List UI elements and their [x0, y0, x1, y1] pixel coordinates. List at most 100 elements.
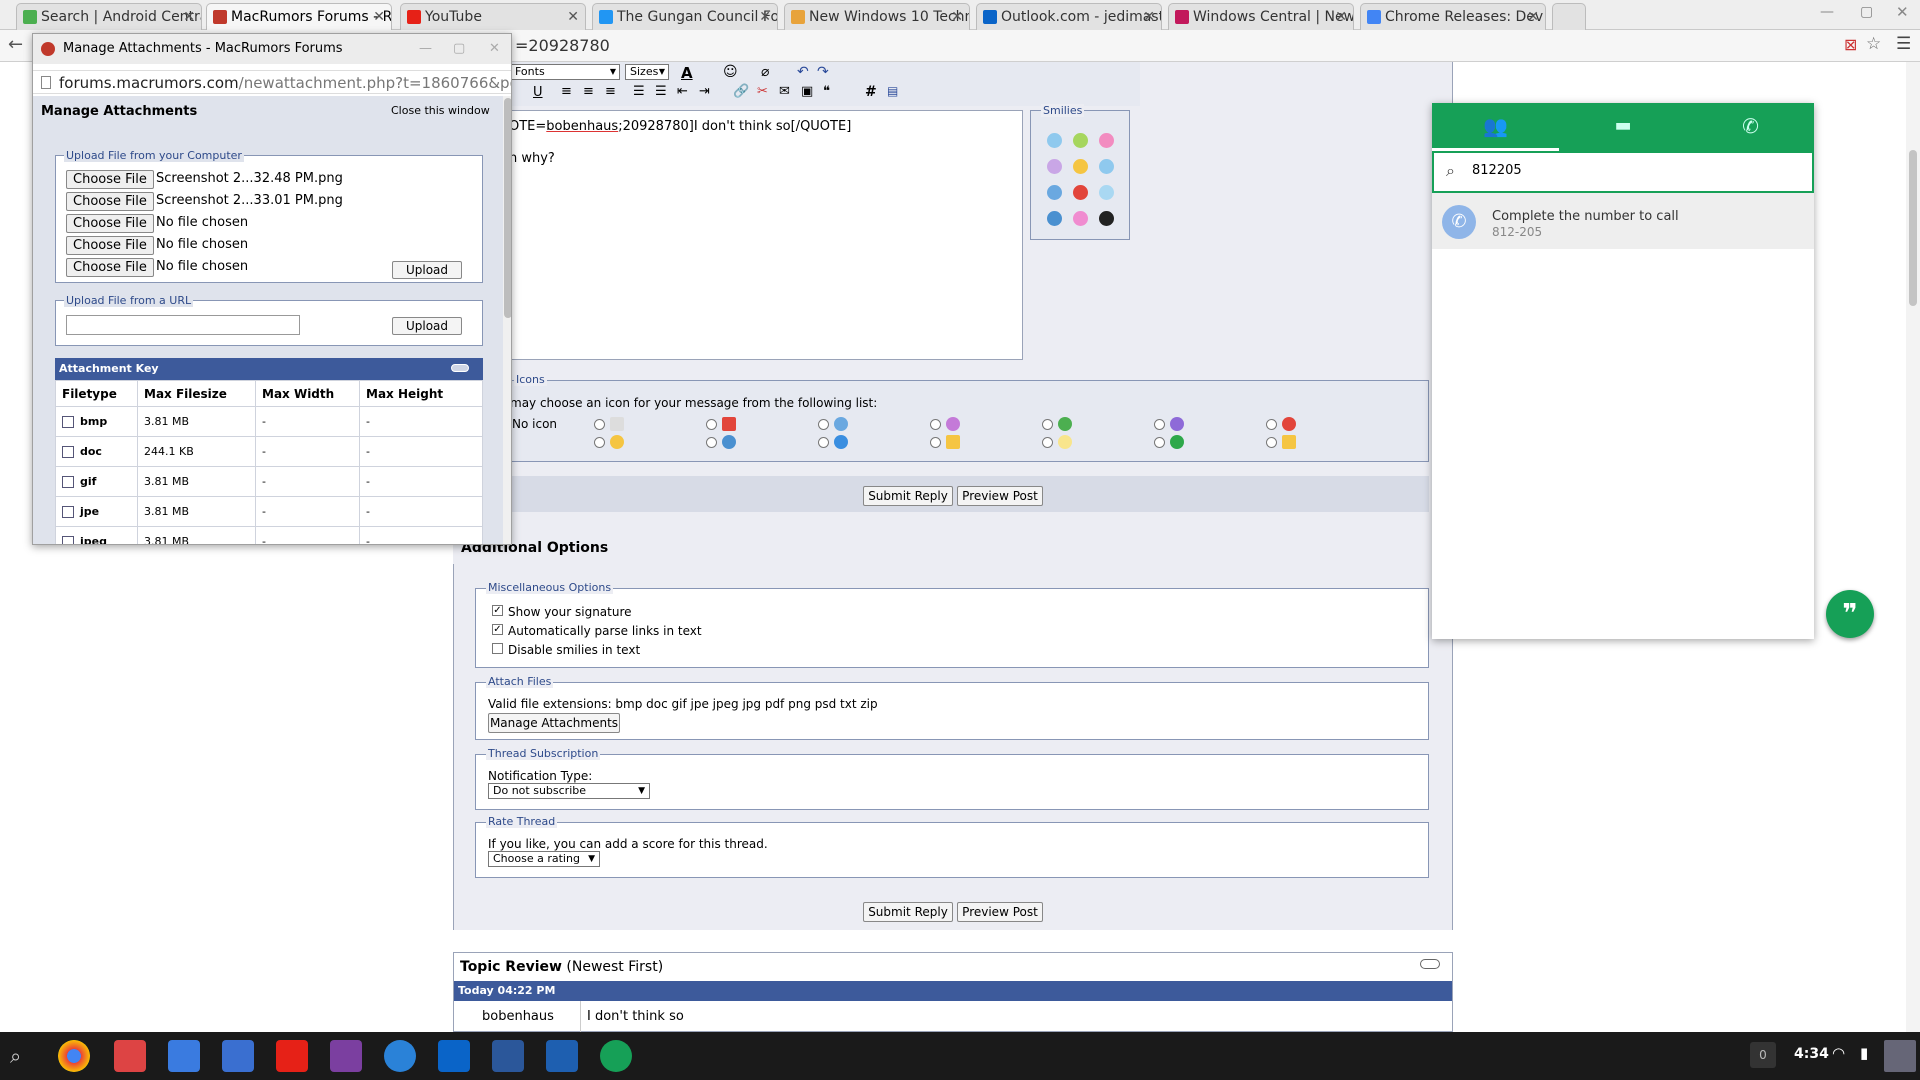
scrollbar-thumb[interactable] — [504, 98, 511, 318]
unlink-icon[interactable]: ✂ — [757, 84, 768, 99]
phone-tab[interactable]: ✆ — [1687, 103, 1814, 151]
align-center-icon[interactable]: ≡ — [583, 84, 594, 99]
maximize-icon[interactable]: ▢ — [453, 34, 465, 64]
icon-radio[interactable] — [594, 437, 605, 448]
tab-outlook[interactable]: Outlook.com - jedimaste ✕ — [976, 3, 1162, 30]
icon-radio[interactable] — [818, 437, 829, 448]
love-icon[interactable] — [1073, 211, 1088, 226]
clock[interactable]: 4:34 — [1794, 1046, 1829, 1062]
tab-youtube[interactable]: YouTube ✕ — [400, 3, 586, 30]
onenote-icon[interactable] — [330, 1040, 362, 1072]
close-icon[interactable]: ✕ — [1527, 4, 1539, 30]
contacts-tab[interactable]: 👥 — [1432, 103, 1559, 151]
icon-radio[interactable] — [1154, 419, 1165, 430]
chrome-icon[interactable] — [58, 1040, 90, 1072]
new-tab-button[interactable] — [1552, 3, 1586, 30]
gmail-icon[interactable] — [114, 1040, 146, 1072]
icon-radio[interactable] — [706, 437, 717, 448]
rolleyes-icon[interactable] — [1099, 185, 1114, 200]
align-left-icon[interactable]: ≡ — [561, 84, 572, 99]
collapse-icon[interactable] — [1420, 959, 1440, 969]
collapse-icon[interactable] — [451, 364, 469, 372]
choose-file-button[interactable]: Choose File — [66, 192, 154, 211]
wifi-icon[interactable]: ◠ — [1832, 1044, 1845, 1062]
manage-attachments-button[interactable]: Manage Attachments — [488, 713, 620, 733]
wink-icon[interactable] — [1099, 159, 1114, 174]
icon-radio[interactable] — [1266, 437, 1277, 448]
tab-macrumors[interactable]: MacRumors Forums - Re ✕ — [206, 3, 392, 30]
popup-scrollbar[interactable] — [503, 96, 511, 544]
icon-radio[interactable] — [594, 419, 605, 430]
unordered-list-icon[interactable]: ☰ — [655, 84, 667, 99]
omnibox-url[interactable]: =20928780 — [515, 36, 610, 55]
rating-select[interactable]: Choose a rating ▼ — [488, 851, 600, 867]
disable-smilies-checkbox[interactable] — [492, 643, 503, 654]
ordered-list-icon[interactable]: ☰ — [633, 84, 645, 99]
attach-icon[interactable]: ⌀ — [761, 64, 769, 80]
choose-file-button[interactable]: Choose File — [66, 236, 154, 255]
show-signature-checkbox[interactable]: ✓ — [492, 605, 503, 616]
onedrive-icon[interactable] — [546, 1040, 578, 1072]
tab-chrome-releases[interactable]: Chrome Releases: Dev C ✕ — [1360, 3, 1546, 30]
confused-icon[interactable] — [1047, 159, 1062, 174]
choose-file-button[interactable]: Choose File — [66, 170, 154, 189]
tab-windows10[interactable]: New Windows 10 Techn ✕ — [784, 3, 970, 30]
outdent-icon[interactable]: ⇤ — [677, 84, 688, 99]
popup-address-bar[interactable]: forums.macrumors.com/newattachment.php?t… — [33, 70, 511, 94]
code-hash-icon[interactable]: # — [865, 84, 877, 100]
size-select[interactable]: Sizes ▼ — [625, 64, 669, 80]
battery-icon[interactable]: ▮ — [1860, 1044, 1868, 1062]
call-suggestion[interactable]: ✆ Complete the number to call 812-205 — [1432, 193, 1814, 249]
image-icon[interactable]: ▣ — [801, 84, 813, 99]
hangouts-quote-button[interactable]: ❞ — [1826, 590, 1874, 638]
apple-icon[interactable] — [1099, 211, 1114, 226]
shock-icon[interactable] — [1047, 185, 1062, 200]
dialer-search[interactable]: ⌕ 812205 — [1432, 151, 1814, 193]
smiley-menu-icon[interactable]: ☺ — [723, 64, 738, 80]
submit-reply-button-bottom[interactable]: Submit Reply — [863, 902, 953, 922]
link-icon[interactable]: 🔗 — [733, 84, 749, 99]
message-textarea[interactable]: OTE=bobenhaus;20928780]I don't think so[… — [505, 110, 1023, 360]
mad-icon[interactable] — [1073, 185, 1088, 200]
cool-icon[interactable] — [1047, 211, 1062, 226]
tab-android-central[interactable]: Search | Android Central ✕ — [16, 3, 202, 30]
blocked-popup-icon[interactable]: ⊠ — [1844, 35, 1857, 54]
outlook-icon[interactable] — [438, 1040, 470, 1072]
close-icon[interactable]: ✕ — [1143, 4, 1155, 30]
close-icon[interactable]: ✕ — [1335, 4, 1347, 30]
youtube-icon[interactable] — [276, 1040, 308, 1072]
close-icon[interactable]: ✕ — [951, 4, 963, 30]
notification-count[interactable]: 0 — [1750, 1042, 1776, 1068]
font-select[interactable]: Fonts ▼ — [510, 64, 620, 80]
close-window-icon[interactable]: ✕ — [1896, 3, 1909, 21]
files-icon[interactable] — [384, 1040, 416, 1072]
menu-icon[interactable]: ☰ — [1896, 34, 1911, 54]
icon-radio[interactable] — [1266, 419, 1277, 430]
back-arrow-icon[interactable]: ← — [8, 34, 23, 55]
icon-radio[interactable] — [930, 419, 941, 430]
icon-radio[interactable] — [930, 437, 941, 448]
notification-type-select[interactable]: Do not subscribe ▼ — [488, 783, 650, 799]
close-icon[interactable]: ✕ — [759, 4, 771, 30]
icon-radio[interactable] — [1042, 437, 1053, 448]
preview-post-button[interactable]: Preview Post — [957, 486, 1043, 506]
indent-icon[interactable]: ⇥ — [699, 84, 710, 99]
page-scrollbar[interactable] — [1906, 62, 1920, 1032]
align-right-icon[interactable]: ≡ — [605, 84, 616, 99]
messages-tab[interactable]: ▬ — [1559, 103, 1687, 151]
tongue-icon[interactable] — [1099, 133, 1114, 148]
scrollbar-thumb[interactable] — [1909, 150, 1917, 306]
undo-icon[interactable]: ↶ — [797, 64, 809, 80]
upload-button[interactable]: Upload — [392, 261, 462, 279]
google-search-icon[interactable] — [168, 1040, 200, 1072]
minimize-icon[interactable]: — — [419, 34, 432, 64]
avatar[interactable] — [1884, 1040, 1916, 1072]
hangouts-icon[interactable] — [600, 1040, 632, 1072]
choose-file-button[interactable]: Choose File — [66, 258, 154, 277]
close-icon[interactable]: ✕ — [489, 34, 500, 64]
html-icon[interactable]: ▤ — [887, 84, 898, 98]
word-icon[interactable] — [492, 1040, 524, 1072]
submit-reply-button[interactable]: Submit Reply — [863, 486, 953, 506]
redo-icon[interactable]: ↷ — [817, 64, 829, 80]
tab-windows-central[interactable]: Windows Central | News ✕ — [1168, 3, 1354, 30]
